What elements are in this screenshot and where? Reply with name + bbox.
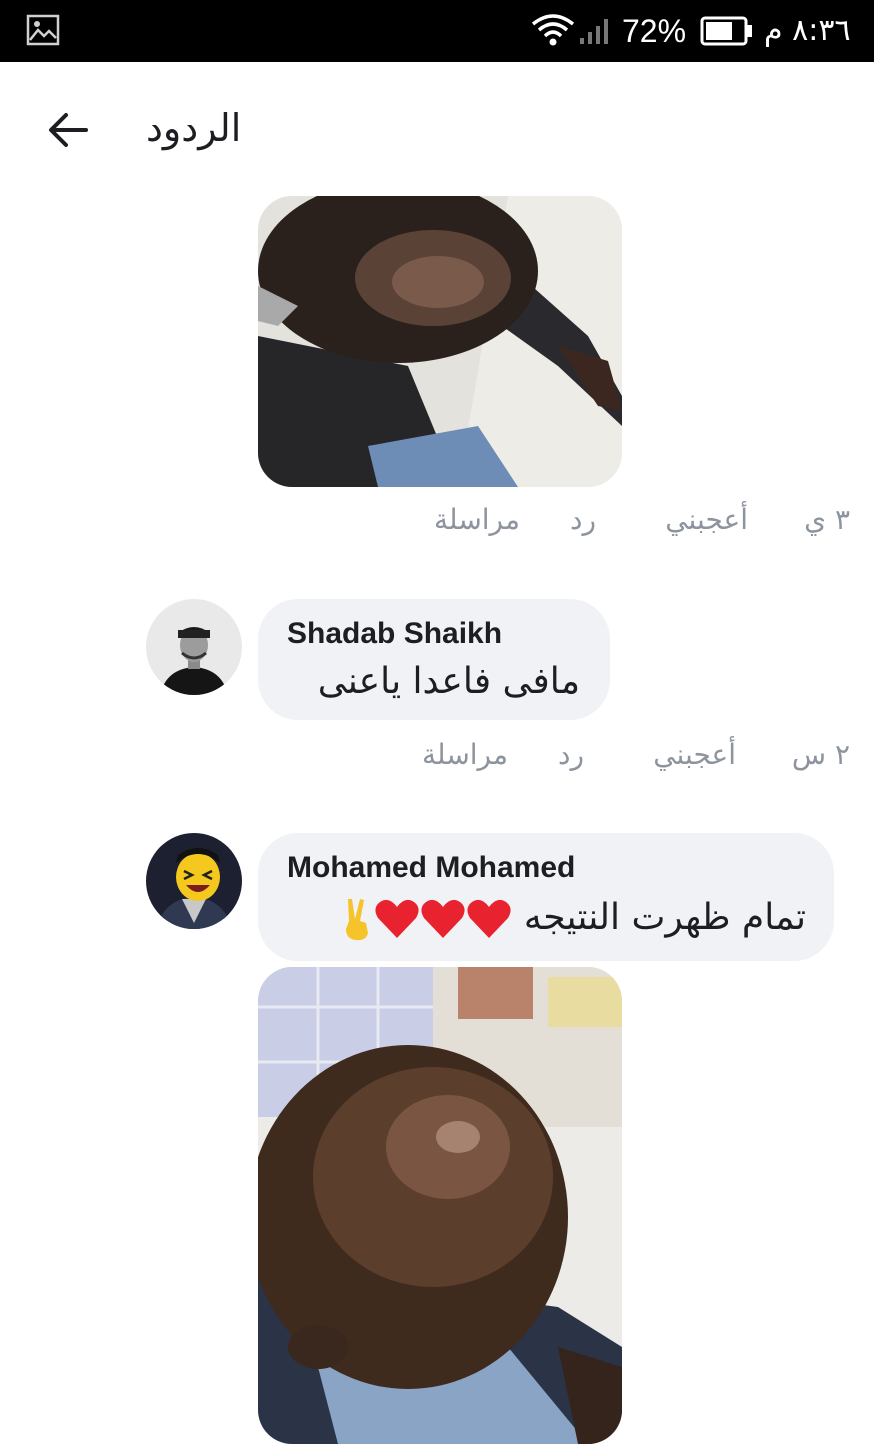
like-button[interactable]: أعجبني [665,500,748,540]
battery-icon [700,16,754,46]
page-header: الردود [0,62,874,192]
status-bar: 72% ٨:٣٦ م [0,0,874,62]
signal-icon [578,16,612,46]
heart-emoji [467,899,512,938]
reply-actions: ٢ س أعجبني رد مراسلة [410,735,850,775]
reply-button[interactable]: رد [558,735,584,775]
page-title: الردود [146,106,242,150]
timestamp: ٢ س [791,738,850,771]
message-button[interactable]: مراسلة [422,735,508,775]
arrow-left-icon [49,113,88,147]
reply-actions: ٣ ي أعجبني رد مراسلة [420,500,850,540]
victory-hand-emoji [346,899,369,941]
avatar[interactable] [146,833,242,929]
back-button[interactable] [38,102,98,158]
comment-text: تمام ظهرت النتيجه [523,897,806,938]
comment-bubble: Mohamed Mohamed تمام ظهرت النتيجه [258,833,834,961]
comment-author[interactable]: Mohamed Mohamed [287,849,575,887]
comment-text: مافى فاعدا ياعنى [317,661,580,702]
reply-photo[interactable] [258,967,622,1444]
image-icon [26,14,60,46]
reply-button[interactable]: رد [570,500,596,540]
avatar[interactable] [146,599,242,695]
reply-photo[interactable] [258,196,622,487]
battery-percent: 72% [622,13,687,49]
clock: ٨:٣٦ م [764,13,851,48]
like-button[interactable]: أعجبني [653,735,736,775]
comment-bubble: Shadab Shaikh مافى فاعدا ياعنى [258,599,610,720]
heart-emoji [375,899,420,938]
timestamp: ٣ ي [804,503,850,536]
heart-emoji [421,899,466,938]
message-button[interactable]: مراسلة [434,500,520,540]
comment-text-row: تمام ظهرت النتيجه [340,895,806,941]
wifi-icon [530,12,576,48]
comment-author[interactable]: Shadab Shaikh [287,615,502,653]
